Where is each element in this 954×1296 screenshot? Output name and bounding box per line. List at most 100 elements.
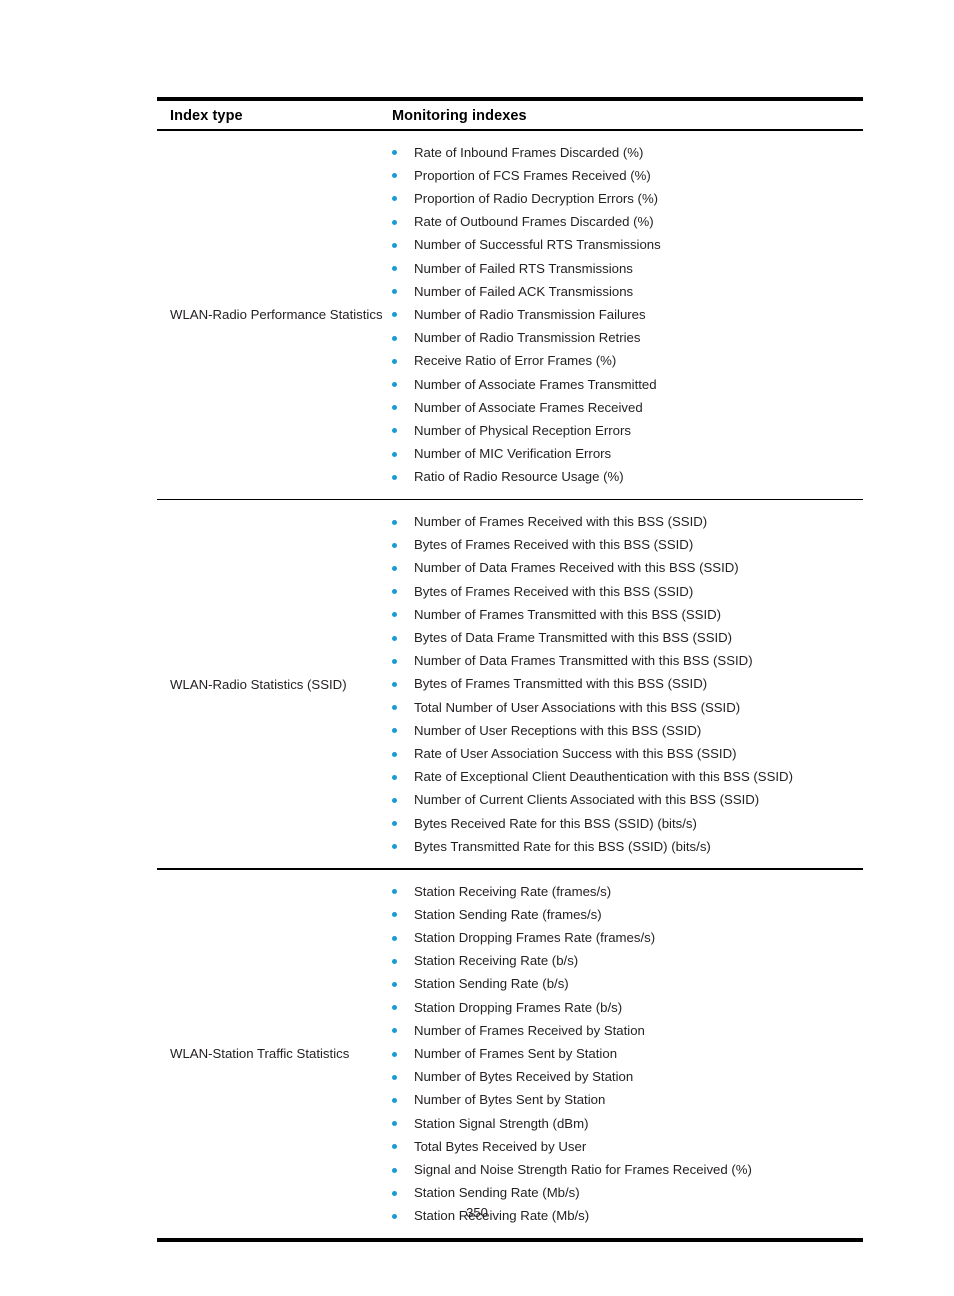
list-item: Number of Frames Sent by Station — [392, 1042, 863, 1065]
bullet-icon — [392, 1121, 397, 1127]
list-item: Number of Associate Frames Transmitted — [392, 373, 863, 396]
list-item: Number of Successful RTS Transmissions — [392, 233, 863, 256]
list-item-label: Number of Bytes Received by Station — [414, 1069, 634, 1085]
list-item: Number of Radio Transmission Failures — [392, 303, 863, 326]
bullet-icon — [392, 612, 397, 618]
list-item-label: Ratio of Radio Resource Usage (%) — [414, 469, 624, 485]
document-page: Index type Monitoring indexes WLAN-Radio… — [0, 0, 954, 1296]
list-item: Rate of Outbound Frames Discarded (%) — [392, 210, 863, 233]
bullet-icon — [392, 173, 397, 179]
list-item: Number of Associate Frames Received — [392, 396, 863, 419]
list-item: Number of Current Clients Associated wit… — [392, 788, 863, 811]
list-item-label: Total Number of User Associations with t… — [414, 699, 741, 715]
monitoring-index-list: Rate of Inbound Frames Discarded (%) Pro… — [392, 141, 863, 489]
table-row: WLAN-Radio Performance Statistics Rate o… — [157, 131, 863, 499]
list-item-label: Station Dropping Frames Rate (frames/s) — [414, 930, 656, 945]
list-item: Number of Data Frames Transmitted with t… — [392, 649, 863, 672]
list-item-label: Number of Frames Transmitted with this B… — [414, 606, 722, 622]
list-item: Rate of Exceptional Client Deauthenticat… — [392, 765, 863, 788]
bullet-icon — [392, 219, 397, 225]
bullet-icon — [392, 1005, 397, 1011]
list-item-label: Station Sending Rate (frames/s) — [414, 906, 602, 922]
list-item: Signal and Noise Strength Ratio for Fram… — [392, 1158, 863, 1181]
bullet-icon — [392, 844, 397, 850]
page-number: 350 — [466, 1205, 488, 1220]
list-item-label: Number of Radio Transmission Failures — [414, 306, 646, 322]
bullet-icon — [392, 1074, 397, 1080]
bullet-icon — [392, 405, 397, 411]
list-item: Receive Ratio of Error Frames (%) — [392, 349, 863, 372]
bullet-icon — [392, 797, 397, 803]
list-item-label: Bytes Transmitted Rate for this BSS (SSI… — [414, 838, 711, 854]
list-item: Station Dropping Frames Rate (b/s) — [392, 996, 863, 1019]
list-item-label: Station Signal Strength (dBm) — [414, 1115, 589, 1131]
bullet-icon — [392, 519, 397, 525]
list-item-label: Signal and Noise Strength Ratio for Fram… — [414, 1162, 752, 1178]
list-item: Number of Bytes Sent by Station — [392, 1088, 863, 1111]
bullet-icon — [392, 589, 397, 595]
bullet-icon — [392, 1051, 397, 1057]
bullet-icon — [392, 821, 397, 827]
table-header-row: Index type Monitoring indexes — [157, 101, 863, 129]
bullet-icon — [392, 728, 397, 734]
list-item-label: Number of Associate Frames Received — [414, 399, 643, 415]
monitoring-index-list: Station Receiving Rate (frames/s) Statio… — [392, 880, 863, 1228]
list-item: Total Number of User Associations with t… — [392, 696, 863, 719]
list-item: Number of MIC Verification Errors — [392, 442, 863, 465]
list-item: Number of Data Frames Received with this… — [392, 556, 863, 579]
list-item: Number of Failed RTS Transmissions — [392, 257, 863, 280]
list-item: Total Bytes Received by User — [392, 1135, 863, 1158]
bullet-icon — [392, 312, 397, 318]
list-item-label: Number of Radio Transmission Retries — [414, 330, 641, 346]
table-row: WLAN-Radio Statistics (SSID) Number of F… — [157, 500, 863, 868]
list-item: Ratio of Radio Resource Usage (%) — [392, 465, 863, 488]
list-item-label: Receive Ratio of Error Frames (%) — [414, 353, 617, 369]
list-item-label: Bytes of Frames Transmitted with this BS… — [414, 676, 708, 692]
list-item: Station Sending Rate (Mb/s) — [392, 1181, 863, 1204]
list-item: Bytes Received Rate for this BSS (SSID) … — [392, 812, 863, 835]
list-item: Proportion of Radio Decryption Errors (%… — [392, 187, 863, 210]
list-item-label: Number of Failed RTS Transmissions — [414, 260, 633, 276]
list-item-label: Number of Bytes Sent by Station — [414, 1092, 606, 1108]
bullet-icon — [392, 912, 397, 918]
bullet-icon — [392, 242, 397, 248]
list-item: Number of User Receptions with this BSS … — [392, 719, 863, 742]
list-item-label: Number of Physical Reception Errors — [414, 422, 631, 438]
list-item: Bytes of Frames Transmitted with this BS… — [392, 672, 863, 695]
list-item: Station Dropping Frames Rate (frames/s) — [392, 926, 863, 949]
bullet-icon — [392, 681, 397, 687]
bullet-icon — [392, 889, 397, 895]
column-header-monitoring-indexes: Monitoring indexes — [392, 108, 527, 124]
list-item-label: Rate of Inbound Frames Discarded (%) — [414, 144, 644, 160]
bullet-icon — [392, 542, 397, 548]
bullet-icon — [392, 150, 397, 155]
bullet-icon — [392, 1028, 397, 1034]
monitoring-index-list: Number of Frames Received with this BSS … — [392, 510, 863, 858]
column-header-index-type: Index type — [170, 108, 243, 124]
list-item-label: Rate of Exceptional Client Deauthenticat… — [414, 769, 793, 785]
list-item-label: Number of Successful RTS Transmissions — [414, 237, 661, 253]
list-item-label: Bytes of Frames Received with this BSS (… — [414, 537, 694, 553]
row-indexes-list-cell: Rate of Inbound Frames Discarded (%) Pro… — [392, 131, 863, 499]
bullet-icon — [392, 474, 397, 480]
list-item: Station Signal Strength (dBm) — [392, 1112, 863, 1135]
list-item: Bytes of Frames Received with this BSS (… — [392, 580, 863, 603]
bullet-icon — [392, 1190, 397, 1196]
bullet-icon — [392, 935, 397, 941]
monitoring-indexes-table: Index type Monitoring indexes WLAN-Radio… — [157, 97, 863, 1242]
bullet-icon — [392, 705, 397, 711]
bullet-icon — [392, 1167, 397, 1173]
row-indexes-list-cell: Station Receiving Rate (frames/s) Statio… — [392, 870, 863, 1238]
list-item-label: Total Bytes Received by User — [414, 1138, 587, 1154]
list-item: Number of Frames Transmitted with this B… — [392, 603, 863, 626]
bullet-icon — [392, 1097, 397, 1103]
list-item-label: Proportion of FCS Frames Received (%) — [414, 167, 651, 183]
bullet-icon — [392, 981, 397, 987]
bullet-icon — [392, 958, 397, 964]
list-item: Number of Physical Reception Errors — [392, 419, 863, 442]
row-label-wlan-station-traffic-statistics: WLAN-Station Traffic Statistics — [170, 1046, 350, 1062]
list-item-label: Number of Data Frames Transmitted with t… — [414, 653, 753, 669]
list-item-label: Rate of User Association Success with th… — [414, 746, 737, 762]
list-item-label: Number of Frames Sent by Station — [414, 1046, 618, 1062]
list-item-label: Rate of Outbound Frames Discarded (%) — [414, 214, 654, 230]
